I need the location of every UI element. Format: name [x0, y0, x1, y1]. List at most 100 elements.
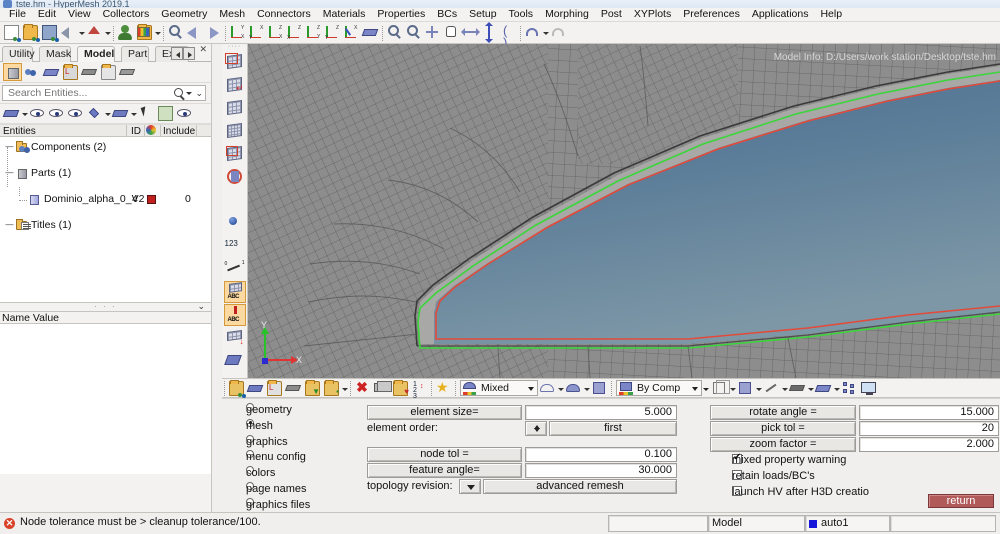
radio-menu-config[interactable]: menu config: [226, 450, 366, 466]
normal-to-screen-icon[interactable]: [361, 23, 380, 42]
status-field-empty[interactable]: [608, 515, 708, 532]
menu-properties[interactable]: Properties: [371, 8, 431, 21]
wireframe-cube-icon[interactable]: [710, 379, 730, 398]
shaded-cube-dropdown-icon[interactable]: [755, 379, 762, 398]
topology-revision-chevron-down-icon[interactable]: [459, 479, 481, 494]
solid-display-dropdown-icon[interactable]: [833, 379, 840, 398]
menu-file[interactable]: File: [3, 8, 32, 21]
part-color-swatch[interactable]: [147, 195, 156, 204]
panel-splitter[interactable]: · · · ⌄: [0, 302, 211, 311]
menu-materials[interactable]: Materials: [317, 8, 372, 21]
pan-icon[interactable]: [442, 23, 461, 42]
line-display-dropdown-icon[interactable]: [781, 379, 788, 398]
iso-view-icon[interactable]: X: [342, 23, 361, 42]
delete-icon[interactable]: ✖: [353, 379, 372, 398]
menu-setup[interactable]: Setup: [463, 8, 502, 21]
connector-icon[interactable]: [23, 63, 42, 82]
element-size-button[interactable]: element size=: [367, 405, 522, 420]
collector-dropdown-icon[interactable]: [341, 379, 348, 398]
feature-angle-button[interactable]: feature angle=: [367, 463, 522, 478]
menu-post[interactable]: Post: [595, 8, 628, 21]
color-mode-dropdown[interactable]: By Comp: [616, 380, 702, 396]
zy-view-icon[interactable]: ZY: [304, 23, 323, 42]
yx-view-icon[interactable]: XY: [247, 23, 266, 42]
zoom-factor-field[interactable]: 2.000: [859, 437, 999, 452]
graphics-viewport[interactable]: Model Info: D:/Users/work station/Deskto…: [248, 44, 1000, 378]
mesh-shrink-icon[interactable]: [224, 97, 246, 119]
highlight-icon[interactable]: [156, 104, 175, 123]
import-dropdown-icon[interactable]: [78, 23, 85, 42]
menu-help[interactable]: Help: [814, 8, 848, 21]
mesh-2d-icon[interactable]: [224, 51, 246, 73]
xy-view-icon[interactable]: YX: [228, 23, 247, 42]
display-all-dropdown-icon[interactable]: [21, 104, 28, 123]
zoom-factor-button[interactable]: zoom factor =: [710, 437, 856, 452]
status-field-model[interactable]: Model: [708, 515, 805, 532]
radio-mesh[interactable]: mesh: [226, 418, 366, 435]
radio-colors[interactable]: colors: [226, 466, 366, 482]
load-user-profile-icon[interactable]: [135, 23, 154, 42]
solid-shaded-icon[interactable]: [590, 379, 609, 398]
visibility-eye-icon[interactable]: [175, 104, 194, 123]
search-icon[interactable]: [174, 88, 183, 97]
expand-toggle-icon[interactable]: —: [5, 221, 14, 230]
smooth-shaded-dropdown-icon[interactable]: [583, 379, 590, 398]
mesh-select-icon[interactable]: [224, 143, 246, 165]
search-expand-icon[interactable]: ⌄: [195, 88, 203, 99]
annotation-abc-icon[interactable]: ABC: [223, 304, 246, 326]
save-model-icon[interactable]: [40, 23, 59, 42]
node-tol-button[interactable]: node tol =: [367, 447, 522, 462]
menu-mesh[interactable]: Mesh: [213, 8, 251, 21]
smooth-shaded-icon[interactable]: [564, 379, 583, 398]
property-icon[interactable]: [284, 379, 303, 398]
hide-icon[interactable]: [47, 104, 66, 123]
isolate-only-dropdown-icon[interactable]: [130, 104, 137, 123]
isolate-dropdown-icon[interactable]: [104, 104, 111, 123]
display-all-icon[interactable]: [2, 104, 21, 123]
wireframe-shaded-dropdown-icon[interactable]: [557, 379, 564, 398]
component-icon[interactable]: [42, 63, 61, 82]
entity-tree[interactable]: — Components (2) — Parts (1) Dominio_alp…: [0, 137, 211, 303]
element-order-spinner[interactable]: [525, 421, 547, 436]
menu-xyplots[interactable]: XYPlots: [628, 8, 677, 21]
menu-morphing[interactable]: Morphing: [539, 8, 595, 21]
system-icon[interactable]: ▪: [322, 379, 341, 398]
load-collector-icon[interactable]: L: [61, 63, 80, 82]
renumber-icon[interactable]: 1 2 3 ↕: [410, 379, 429, 400]
text-abc-icon[interactable]: ABC: [223, 281, 246, 303]
next-view-icon[interactable]: [204, 23, 223, 42]
panel-collapse-icon[interactable]: ⌄: [197, 302, 207, 311]
search-options-chevron-down-icon[interactable]: [186, 92, 192, 95]
menu-edit[interactable]: Edit: [32, 8, 62, 21]
tree-row-parts[interactable]: — Parts (1): [0, 167, 211, 180]
rotate-icon[interactable]: ( ): [499, 23, 518, 49]
close-icon[interactable]: ✕: [199, 44, 207, 55]
mesh-solid-icon[interactable]: [224, 120, 246, 142]
xz-view-icon[interactable]: ZX: [266, 23, 285, 42]
menu-tools[interactable]: Tools: [503, 8, 540, 21]
search-input[interactable]: [6, 86, 166, 100]
search-entities-field[interactable]: ⌄: [2, 85, 206, 101]
zoom-window-icon[interactable]: [423, 23, 442, 42]
redo-view-icon[interactable]: [549, 23, 568, 42]
solid-display-icon[interactable]: [814, 379, 833, 398]
translate-horizontal-icon[interactable]: [461, 23, 480, 42]
organize-icon[interactable]: ♥: [391, 379, 410, 398]
tree-row-titles[interactable]: — Titles (1): [0, 219, 211, 232]
binoculars-icon[interactable]: [224, 189, 246, 211]
tab-scroll-right-icon[interactable]: [183, 47, 195, 60]
circle-mask-icon[interactable]: [224, 166, 246, 188]
tab-scroll-buttons[interactable]: [171, 47, 195, 60]
menu-bcs[interactable]: BCs: [431, 8, 463, 21]
line-display-icon[interactable]: [762, 379, 781, 398]
tab-utility[interactable]: Utility: [2, 46, 35, 62]
color-mode-extra-dropdown-icon[interactable]: [702, 379, 710, 398]
yz-view-icon[interactable]: ZY: [323, 23, 342, 42]
fit-view-icon[interactable]: [166, 23, 185, 42]
pick-tol-field[interactable]: 20: [859, 421, 999, 436]
assembly-icon[interactable]: [3, 63, 22, 81]
menu-applications[interactable]: Applications: [746, 8, 815, 21]
element-order-value[interactable]: first: [549, 421, 677, 436]
user-profile-dropdown-icon[interactable]: [154, 23, 161, 42]
element-size-field[interactable]: 5.000: [525, 405, 677, 420]
